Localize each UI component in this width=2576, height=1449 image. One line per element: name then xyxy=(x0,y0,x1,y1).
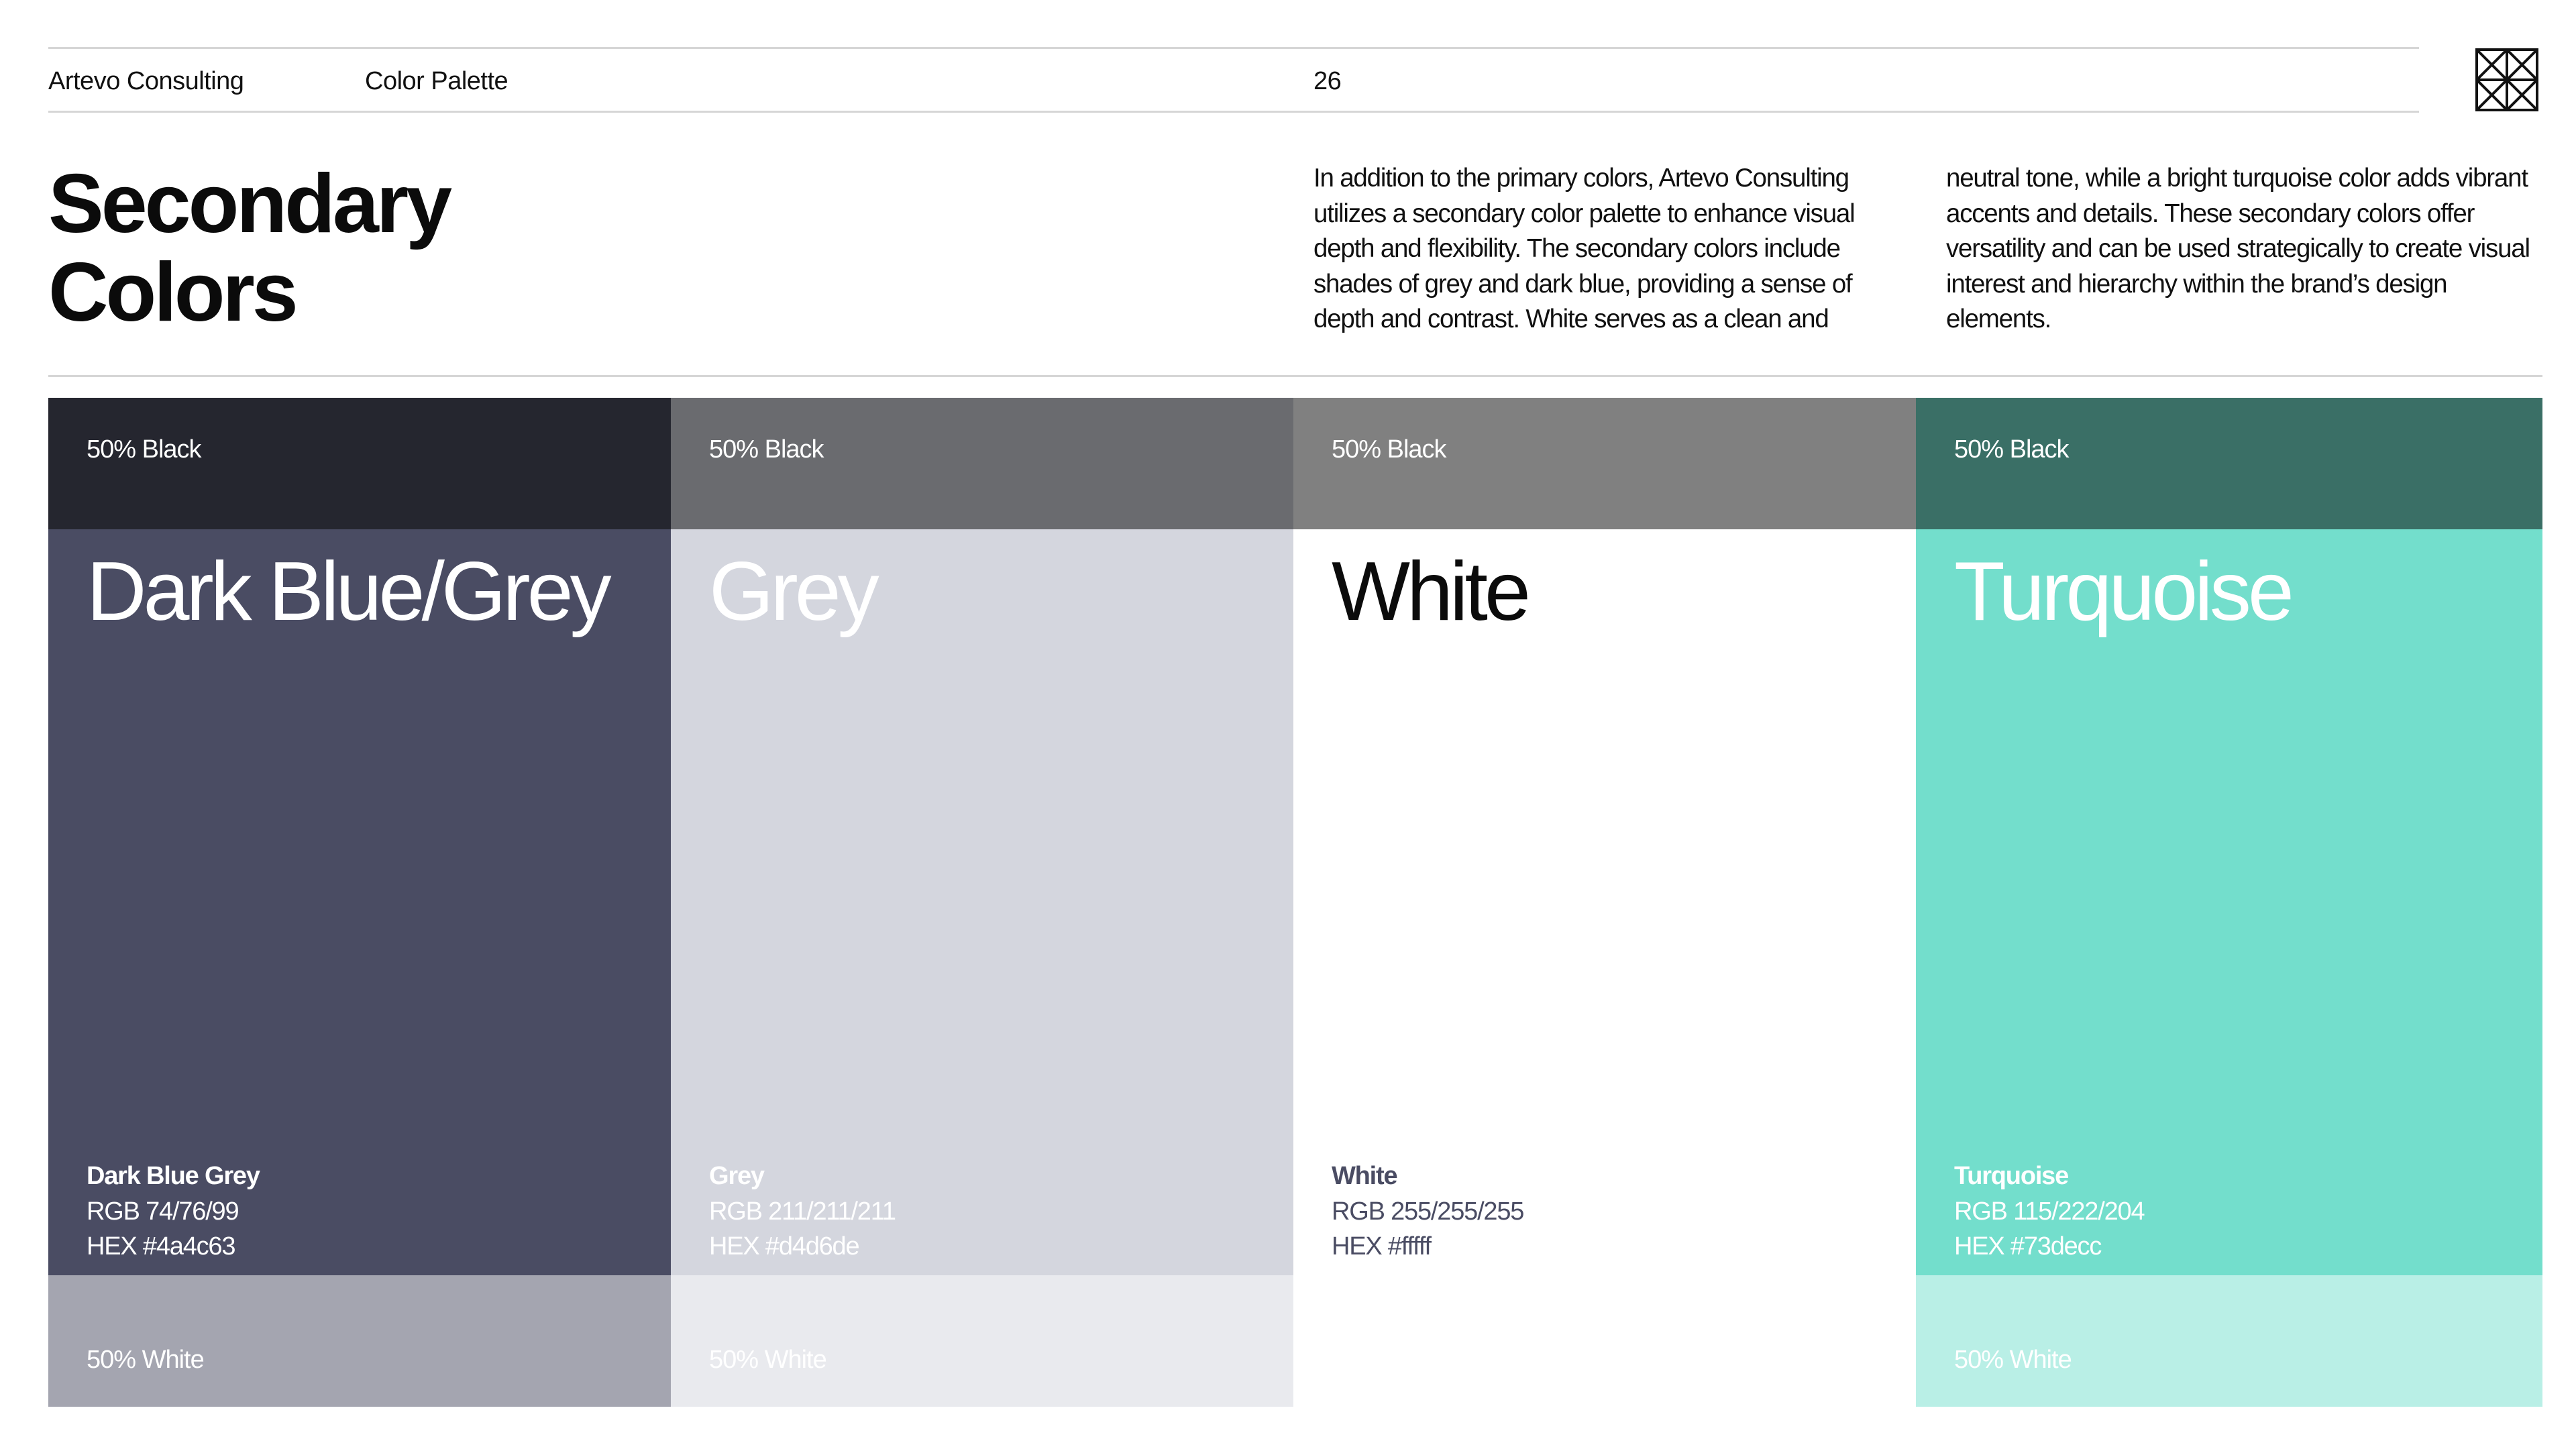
spec-rgb: RGB 115/222/204 xyxy=(1954,1197,2145,1226)
swatch-shade-band: 50% Black xyxy=(1293,398,1916,529)
shade-label: 50% Black xyxy=(1332,435,1447,464)
swatch-shade-band: 50% Black xyxy=(48,398,671,529)
section-divider xyxy=(48,375,2542,377)
header-top-rule xyxy=(48,47,2419,49)
intro-paragraph-2: neutral tone, while a bright turquoise c… xyxy=(1946,164,2530,333)
spec-color-name: Turquoise xyxy=(1954,1162,2069,1190)
swatch-main-color: Turquoise Turquoise RGB 115/222/204 HEX … xyxy=(1916,529,2542,1275)
spec-color-name: Grey xyxy=(709,1162,765,1190)
swatch-tint-band: 50% White xyxy=(671,1275,1293,1407)
brand-name: Artevo Consulting xyxy=(48,67,244,95)
tint-label: 50% White xyxy=(1954,1346,2072,1374)
page-title: Secondary Colors xyxy=(48,158,452,339)
page-title-line-2: Colors xyxy=(48,246,299,339)
spec-color-name: White xyxy=(1332,1162,1398,1190)
swatch-name: Dark Blue/Grey xyxy=(87,545,612,638)
spec-rgb: RGB 74/76/99 xyxy=(87,1197,239,1226)
swatch-main-color: Dark Blue/Grey Dark Blue Grey RGB 74/76/… xyxy=(48,529,671,1275)
spec-color-name: Dark Blue Grey xyxy=(87,1162,260,1190)
shade-label: 50% Black xyxy=(1954,435,2070,464)
intro-paragraph-1: In addition to the primary colors, Artev… xyxy=(1313,164,1856,333)
swatch-column-grey: 50% Black Grey Grey RGB 211/211/211 HEX … xyxy=(671,398,1293,1407)
swatch-column-turquoise: 50% Black Turquoise Turquoise RGB 115/22… xyxy=(1916,398,2542,1407)
tint-label: 50% White xyxy=(709,1346,827,1374)
spec-rgb: RGB 255/255/255 xyxy=(1332,1197,1524,1226)
spec-hex: HEX #73decc xyxy=(1954,1232,2102,1260)
page-number: 26 xyxy=(1313,67,1342,95)
page-title-line-1: Secondary xyxy=(48,158,452,250)
swatch-tint-band: 50% White xyxy=(48,1275,671,1407)
swatch-main-color: White White RGB 255/255/255 HEX #fffff xyxy=(1293,529,1916,1275)
swatch-spec: Dark Blue Grey RGB 74/76/99 HEX #4a4c63 xyxy=(87,1159,260,1265)
swatch-spec: White RGB 255/255/255 HEX #fffff xyxy=(1332,1159,1524,1265)
swatch-spec: Grey RGB 211/211/211 HEX #d4d6de xyxy=(709,1159,896,1265)
swatch-column-dark-blue-grey: 50% Black Dark Blue/Grey Dark Blue Grey … xyxy=(48,398,671,1407)
swatch-name: Grey xyxy=(709,545,879,638)
shade-label: 50% Black xyxy=(87,435,202,464)
swatch-name: Turquoise xyxy=(1954,545,2294,638)
swatch-main-color: Grey Grey RGB 211/211/211 HEX #d4d6de xyxy=(671,529,1293,1275)
swatch-shade-band: 50% Black xyxy=(671,398,1293,529)
header-bottom-rule xyxy=(48,111,2419,113)
crossed-grid-logo-icon xyxy=(2475,48,2538,111)
spec-hex: HEX #d4d6de xyxy=(709,1232,860,1260)
swatch-name: White xyxy=(1332,545,1531,638)
tint-label: 50% White xyxy=(87,1346,205,1374)
spec-hex: HEX #fffff xyxy=(1332,1232,1432,1260)
shade-label: 50% Black xyxy=(709,435,824,464)
spec-hex: HEX #4a4c63 xyxy=(87,1232,235,1260)
section-title: Color Palette xyxy=(365,67,508,95)
swatch-tint-band: 50% White xyxy=(1916,1275,2542,1407)
swatch-tint-band xyxy=(1293,1275,1916,1407)
swatch-column-white: 50% Black White White RGB 255/255/255 HE… xyxy=(1293,398,1916,1407)
spec-rgb: RGB 211/211/211 xyxy=(709,1197,896,1226)
swatch-shade-band: 50% Black xyxy=(1916,398,2542,529)
swatch-spec: Turquoise RGB 115/222/204 HEX #73decc xyxy=(1954,1159,2145,1265)
